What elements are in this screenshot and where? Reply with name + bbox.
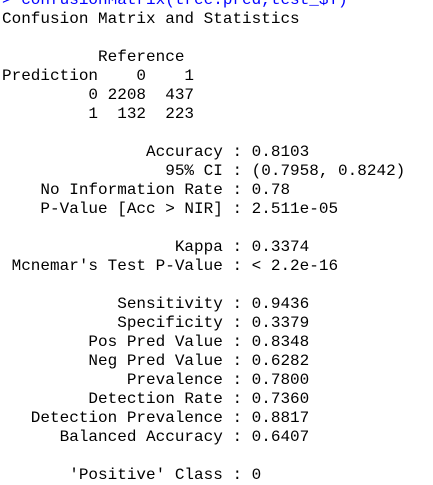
console-command-line: > confusionMatrix(tree.pred,test_$Y) — [2, 0, 348, 9]
stat-kappa: Kappa : 0.3374 — [2, 238, 310, 256]
stat-positive-class: 'Positive' Class : 0 — [2, 466, 262, 484]
matrix-column-header: Prediction 0 1 — [2, 67, 195, 85]
stat-specificity: Specificity : 0.3379 — [2, 314, 310, 332]
stat-pos-pred-value: Pos Pred Value : 0.8348 — [2, 333, 310, 351]
stat-p-value-acc-nir: P-Value [Acc > NIR] : 2.511e-05 — [2, 200, 339, 218]
stat-sensitivity: Sensitivity : 0.9436 — [2, 295, 310, 313]
matrix-reference-header: Reference — [2, 48, 185, 66]
output-title: Confusion Matrix and Statistics — [2, 10, 300, 28]
stat-accuracy: Accuracy : 0.8103 — [2, 143, 310, 161]
stat-balanced-accuracy: Balanced Accuracy : 0.6407 — [2, 428, 310, 446]
stat-detection-prevalence: Detection Prevalence : 0.8817 — [2, 409, 310, 427]
matrix-row-1: 1 132 223 — [2, 105, 195, 123]
stat-mcnemar-p-value: Mcnemar's Test P-Value : < 2.2e-16 — [2, 257, 339, 275]
stat-neg-pred-value: Neg Pred Value : 0.6282 — [2, 352, 310, 370]
stat-no-information-rate: No Information Rate : 0.78 — [2, 181, 291, 199]
matrix-row-0: 0 2208 437 — [2, 86, 195, 104]
stat-95-ci: 95% CI : (0.7958, 0.8242) — [2, 162, 406, 180]
stat-prevalence: Prevalence : 0.7800 — [2, 371, 310, 389]
stat-detection-rate: Detection Rate : 0.7360 — [2, 390, 310, 408]
r-console-output: > confusionMatrix(tree.pred,test_$Y) Con… — [2, 0, 433, 485]
